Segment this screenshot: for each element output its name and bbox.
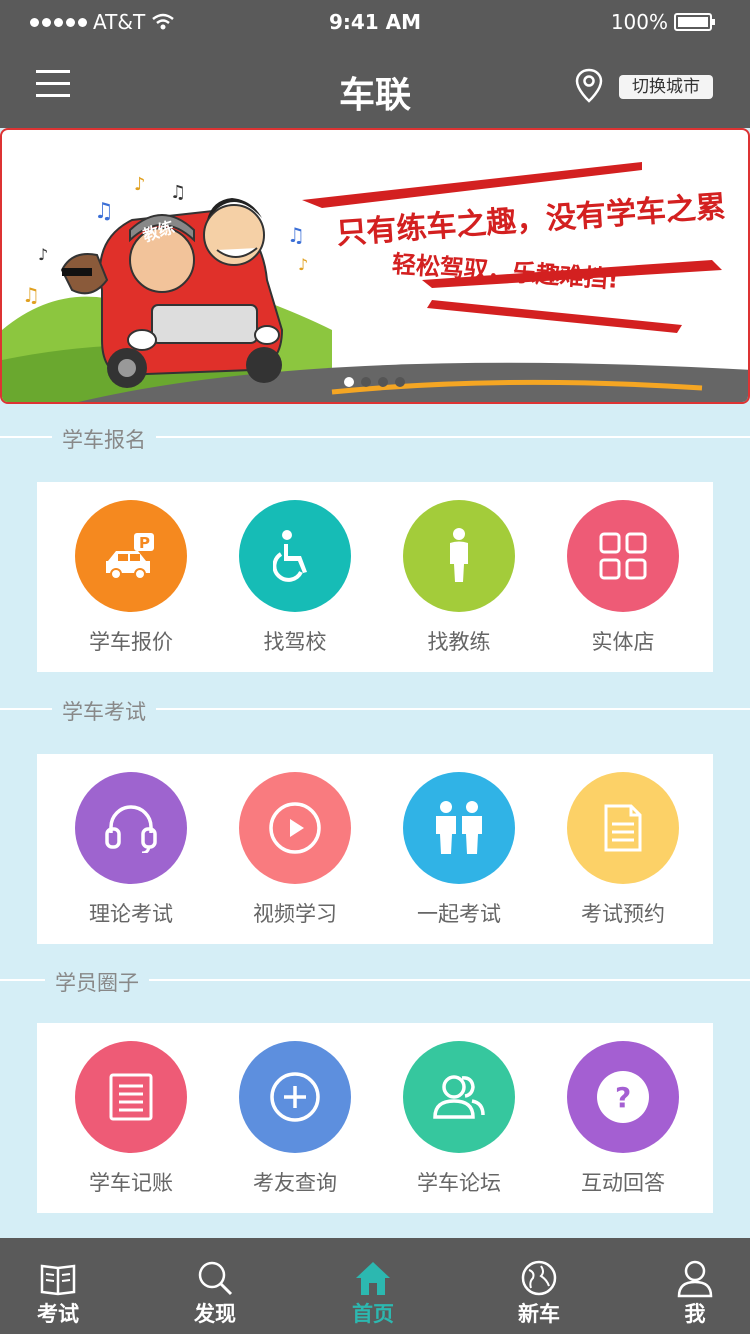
grid-item-video[interactable]: 视频学习 — [213, 772, 377, 928]
grid-item-label: 一起考试 — [417, 902, 501, 926]
section-title-exam: 学车考试 — [0, 696, 750, 726]
pager-dot[interactable] — [361, 377, 371, 387]
banner-illustration: ♫ ♪ ♫ ♫ ♪ ♫ ♪ — [2, 162, 748, 402]
two-people-icon — [403, 772, 515, 884]
grid-item-qa[interactable]: ? 互动回答 — [541, 1041, 705, 1197]
grid-item-label: 理论考试 — [89, 902, 173, 926]
tab-discover[interactable]: 发现 — [155, 1258, 275, 1328]
parking-car-icon: P — [75, 500, 187, 612]
home-icon — [356, 1262, 390, 1295]
grid-item-price[interactable]: P 学车报价 — [49, 500, 213, 656]
tab-label: 发现 — [194, 1302, 236, 1326]
person-icon — [403, 500, 515, 612]
banner-pager[interactable] — [344, 377, 405, 387]
grid-item-label: 实体店 — [591, 630, 655, 654]
grid-item-booking[interactable]: 考试预约 — [541, 772, 705, 928]
grid-icon — [567, 500, 679, 612]
grid-item-label: 互动回答 — [581, 1171, 665, 1195]
grid-item-together[interactable]: 一起考试 — [377, 772, 541, 928]
grid-item-label: 考试预约 — [581, 902, 665, 926]
globe-icon — [521, 1260, 557, 1296]
tab-label: 考试 — [37, 1302, 79, 1326]
svg-text:?: ? — [615, 1081, 631, 1114]
book-icon — [40, 1264, 76, 1296]
document-icon — [567, 772, 679, 884]
wheelchair-icon — [239, 500, 351, 612]
tab-newcar[interactable]: 新车 — [479, 1258, 599, 1328]
tab-home[interactable]: 首页 — [313, 1258, 433, 1328]
pager-dot[interactable] — [378, 377, 388, 387]
promo-banner[interactable]: ♫ ♪ ♫ ♫ ♪ ♫ ♪ 教练 只有练车之趣，没有学车之累 轻松驾驭，乐趣难挡… — [0, 128, 750, 404]
svg-text:♫: ♫ — [287, 223, 305, 247]
question-icon: ? — [567, 1041, 679, 1153]
grid-item-coach[interactable]: 找教练 — [377, 500, 541, 656]
grid-item-ledger[interactable]: 学车记账 — [49, 1041, 213, 1197]
pager-dot[interactable] — [344, 377, 354, 387]
play-icon — [239, 772, 351, 884]
grid-item-label: 视频学习 — [253, 902, 337, 926]
grid-item-label: 找教练 — [427, 630, 491, 654]
location-icon[interactable] — [574, 68, 604, 104]
search-icon — [198, 1261, 233, 1296]
ledger-icon — [75, 1041, 187, 1153]
grid-item-label: 学车论坛 — [417, 1171, 501, 1195]
section-label: 学员圈子 — [45, 967, 149, 997]
tab-me[interactable]: 我 — [635, 1258, 750, 1328]
svg-text:P: P — [139, 534, 150, 552]
battery-percent: 100% — [610, 10, 668, 34]
svg-text:♫: ♫ — [94, 199, 114, 224]
community-panel: 学车记账 考友查询 学车论坛 ? 互动回答 — [37, 1023, 713, 1213]
grid-item-school[interactable]: 找驾校 — [213, 500, 377, 656]
tab-bar: 考试 发现 首页 新车 我 — [0, 1238, 750, 1334]
pager-dot[interactable] — [395, 377, 405, 387]
tab-exam[interactable]: 考试 — [0, 1258, 118, 1328]
user-icon — [677, 1260, 713, 1298]
battery-icon — [674, 13, 715, 31]
section-title-signup: 学车报名 — [0, 424, 750, 454]
section-label: 学车报名 — [52, 424, 156, 454]
status-bar: AT&T 9:41 AM 100% — [0, 0, 750, 44]
signup-panel: P 学车报价 找驾校 找教练 实体店 — [37, 482, 713, 672]
section-title-community: 学员圈子 — [0, 967, 750, 997]
headphones-icon — [75, 772, 187, 884]
grid-item-label: 找驾校 — [263, 630, 327, 654]
tab-label: 新车 — [518, 1302, 560, 1326]
battery: 100% — [610, 10, 715, 34]
section-label: 学车考试 — [52, 696, 156, 726]
users-icon — [403, 1041, 515, 1153]
grid-item-classmates[interactable]: 考友查询 — [213, 1041, 377, 1197]
svg-text:♪: ♪ — [38, 245, 48, 264]
exam-panel: 理论考试 视频学习 一起考试 考试预约 — [37, 754, 713, 944]
switch-city-button[interactable]: 切换城市 — [619, 75, 713, 99]
svg-text:♪: ♪ — [134, 174, 146, 195]
svg-text:♫: ♫ — [170, 182, 186, 203]
grid-item-store[interactable]: 实体店 — [541, 500, 705, 656]
svg-text:♪: ♪ — [298, 255, 308, 274]
plus-circle-icon — [239, 1041, 351, 1153]
grid-item-forum[interactable]: 学车论坛 — [377, 1041, 541, 1197]
grid-item-theory[interactable]: 理论考试 — [49, 772, 213, 928]
grid-item-label: 学车报价 — [89, 630, 173, 654]
nav-bar: 车联 切换城市 — [0, 44, 750, 128]
grid-item-label: 考友查询 — [253, 1171, 337, 1195]
grid-item-label: 学车记账 — [89, 1171, 173, 1195]
tab-label: 首页 — [352, 1302, 394, 1326]
tab-label: 我 — [684, 1302, 706, 1326]
svg-text:♫: ♫ — [22, 283, 40, 307]
